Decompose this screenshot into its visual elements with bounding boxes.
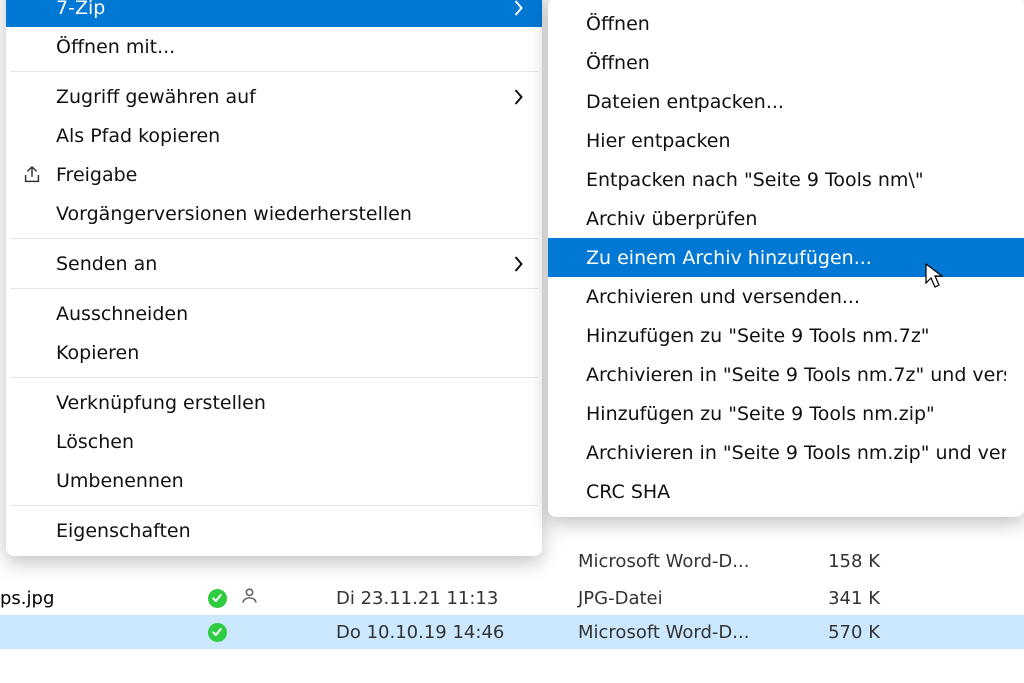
menu-item-label: Umbenennen: [56, 470, 524, 492]
menu-separator: [10, 238, 538, 239]
menu-item-label: Archiv überprüfen: [586, 208, 1006, 230]
menu-item-label: Archivieren in "Seite 9 Tools nm.zip" un…: [586, 442, 1006, 464]
submenu-item-compress-zip-email[interactable]: Archivieren in "Seite 9 Tools nm.zip" un…: [548, 433, 1024, 472]
submenu-item-open-2[interactable]: Öffnen: [548, 43, 1024, 82]
menu-item-copy-as-path[interactable]: Als Pfad kopieren: [6, 116, 542, 155]
menu-item-label: Archivieren und versenden...: [586, 286, 1006, 308]
file-date: Di 23.11.21 11:13: [336, 588, 498, 609]
submenu-7zip: Öffnen Öffnen Dateien entpacken... Hier …: [548, 0, 1024, 517]
menu-item-create-shortcut[interactable]: Verknüpfung erstellen: [6, 383, 542, 422]
menu-item-label: Entpacken nach "Seite 9 Tools nm\": [586, 169, 1006, 191]
menu-item-previous-versions[interactable]: Vorgängerversionen wiederherstellen: [6, 194, 542, 233]
submenu-item-extract-files[interactable]: Dateien entpacken...: [548, 82, 1024, 121]
menu-item-label: Vorgängerversionen wiederherstellen: [56, 203, 524, 225]
menu-separator: [10, 71, 538, 72]
submenu-item-compress-email[interactable]: Archivieren und versenden...: [548, 277, 1024, 316]
menu-item-label: Freigabe: [56, 164, 524, 186]
menu-separator: [10, 505, 538, 506]
file-date: Do 10.10.19 14:46: [336, 622, 504, 643]
menu-item-delete[interactable]: Löschen: [6, 422, 542, 461]
sync-status: [204, 589, 230, 608]
menu-item-label: Archivieren in "Seite 9 Tools nm.7z" und…: [586, 364, 1006, 386]
menu-item-label: Hinzufügen zu "Seite 9 Tools nm.zip": [586, 403, 1006, 425]
menu-item-label: Eigenschaften: [56, 520, 524, 542]
menu-item-share[interactable]: Freigabe: [6, 155, 542, 194]
submenu-item-add-7z[interactable]: Hinzufügen zu "Seite 9 Tools nm.7z": [548, 316, 1024, 355]
menu-item-label: Ausschneiden: [56, 303, 524, 325]
menu-item-label: Hier entpacken: [586, 130, 1006, 152]
menu-item-properties[interactable]: Eigenschaften: [6, 511, 542, 550]
submenu-item-extract-to[interactable]: Entpacken nach "Seite 9 Tools nm\": [548, 160, 1024, 199]
menu-item-send-to[interactable]: Senden an: [6, 244, 542, 283]
submenu-item-compress-7z-email[interactable]: Archivieren in "Seite 9 Tools nm.7z" und…: [548, 355, 1024, 394]
file-size: 158 K: [820, 551, 880, 572]
file-size: 570 K: [820, 622, 880, 643]
check-icon: [208, 623, 227, 642]
menu-item-label: Kopieren: [56, 342, 524, 364]
menu-item-grant-access[interactable]: Zugriff gewähren auf: [6, 77, 542, 116]
menu-item-label: Öffnen mit...: [56, 36, 524, 58]
file-size: 341 K: [820, 588, 880, 609]
menu-item-label: Als Pfad kopieren: [56, 125, 524, 147]
menu-item-label: 7-Zip: [56, 0, 503, 19]
menu-item-label: Senden an: [56, 253, 503, 275]
table-row[interactable]: ps.jpg Di 23.11.21 11:13 JPG-Datei 341 K: [0, 581, 1024, 615]
menu-item-rename[interactable]: Umbenennen: [6, 461, 542, 500]
submenu-item-test-archive[interactable]: Archiv überprüfen: [548, 199, 1024, 238]
shared-people-col: [236, 586, 262, 610]
chevron-right-icon: [503, 255, 524, 273]
menu-item-label: Zugriff gewähren auf: [56, 86, 503, 108]
check-icon: [208, 589, 227, 608]
file-type: Microsoft Word-D...: [578, 622, 749, 643]
menu-item-label: Zu einem Archiv hinzufügen...: [586, 247, 1006, 269]
share-icon: [20, 163, 44, 187]
menu-item-label: Öffnen: [586, 13, 1006, 35]
menu-item-label: Hinzufügen zu "Seite 9 Tools nm.7z": [586, 325, 1006, 347]
menu-item-cut[interactable]: Ausschneiden: [6, 294, 542, 333]
file-type: Microsoft Word-D...: [578, 551, 749, 572]
sync-status: [204, 623, 230, 642]
submenu-item-add-to-archive[interactable]: Zu einem Archiv hinzufügen...: [548, 238, 1024, 277]
submenu-item-crc-sha[interactable]: CRC SHA: [548, 472, 1024, 511]
menu-item-open-with[interactable]: Öffnen mit...: [6, 27, 542, 66]
menu-item-label: Dateien entpacken...: [586, 91, 1006, 113]
menu-item-label: Verknüpfung erstellen: [56, 392, 524, 414]
submenu-item-open-1[interactable]: Öffnen: [548, 4, 1024, 43]
menu-item-7zip[interactable]: 7-Zip: [6, 0, 542, 27]
people-icon: [240, 586, 259, 610]
menu-item-label: Löschen: [56, 431, 524, 453]
menu-separator: [10, 288, 538, 289]
file-name: ps.jpg: [0, 588, 190, 609]
context-menu: 7-Zip Öffnen mit... Zugriff gewähren auf…: [6, 0, 542, 556]
file-type: JPG-Datei: [578, 588, 663, 609]
menu-item-label: Öffnen: [586, 52, 1006, 74]
submenu-item-extract-here[interactable]: Hier entpacken: [548, 121, 1024, 160]
menu-separator: [10, 377, 538, 378]
table-row[interactable]: Do 10.10.19 14:46 Microsoft Word-D... 57…: [0, 615, 1024, 649]
menu-item-copy[interactable]: Kopieren: [6, 333, 542, 372]
chevron-right-icon: [503, 88, 524, 106]
submenu-item-add-zip[interactable]: Hinzufügen zu "Seite 9 Tools nm.zip": [548, 394, 1024, 433]
chevron-right-icon: [503, 0, 524, 17]
menu-item-label: CRC SHA: [586, 481, 1006, 503]
